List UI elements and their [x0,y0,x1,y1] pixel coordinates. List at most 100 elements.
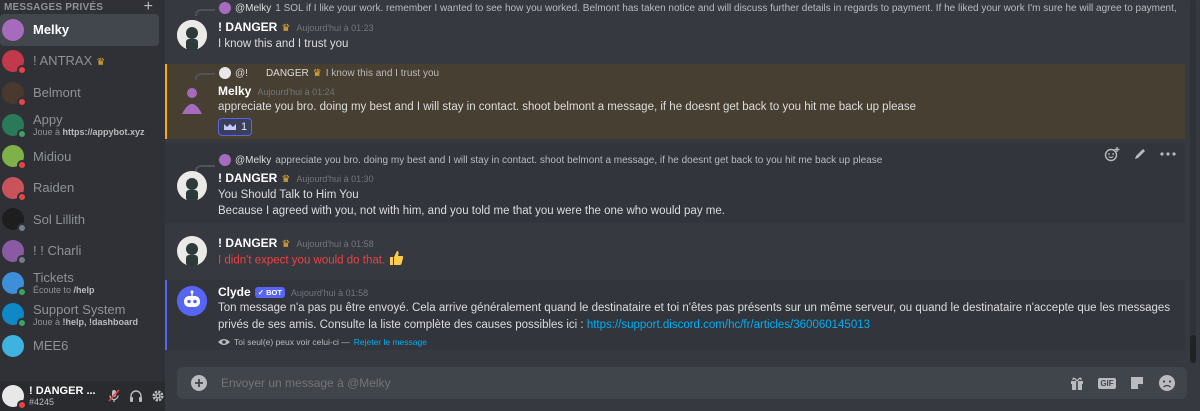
dm-item[interactable]: Melky [0,14,159,46]
dm-text: Sol Lillith [33,212,85,227]
message-4[interactable]: ! DANGER ♛ Aujourd'hui à 01:58 I didn't … [165,230,1185,276]
dm-text: Support System Joue à !help, !dashboard [33,302,138,327]
reply-preview[interactable]: @! DANGER ♛ I know this and I trust you [219,67,1179,79]
mute-mic-icon[interactable] [106,389,121,404]
gift-icon[interactable] [1067,373,1087,393]
settings-gear-icon[interactable] [150,389,165,404]
status-indicator [17,160,27,171]
message-text: appreciate you bro. doing my best and I … [218,101,917,113]
author-avatar[interactable] [177,20,207,50]
support-link[interactable]: https://support.discord.com/hc/fr/articl… [587,319,870,331]
reply-author-mention[interactable]: @! [235,68,248,79]
dm-item[interactable]: Sol Lillith [0,204,159,236]
dm-avatar [2,81,27,107]
author-name[interactable]: Clyde [218,285,251,299]
dm-item[interactable]: Appy Joue à https://appybot.xyz [0,109,159,141]
ephemeral-text: Toi seul(e) peux voir celui-ci — [234,337,350,347]
bot-badge-label: BOT [266,288,282,297]
dm-item[interactable]: ! ! Charli [0,235,159,267]
author-name[interactable]: ! DANGER [218,20,277,34]
reply-preview[interactable]: @Melky appreciate you bro. doing my best… [219,154,1179,166]
dm-name-row: ! ANTRAX ♛ [33,52,105,70]
emoji-picker-icon[interactable] [1157,373,1177,393]
dm-text: ! ! Charli [33,243,81,258]
author-name[interactable]: ! DANGER [218,171,277,185]
author-name[interactable]: Melky [218,84,251,98]
crown-icon: ♛ [281,23,291,34]
clyde-text-line2: privés de ses amis. Consulte la liste co… [218,317,870,333]
dm-text: Melky [33,22,69,37]
dm-item[interactable]: ! ANTRAX ♛ [0,46,159,78]
chat-area: @Melky 1 SOL if I like your work. rememb… [165,0,1200,411]
dm-list: Melky ! ANTRAX ♛ Belmont Appy Joue à https://… [0,14,165,362]
status-indicator [17,191,27,202]
user-status-dnd [17,400,27,410]
dm-text: MEE6 [33,338,68,353]
dm-activity-detail: !help, !dashboard [62,316,139,327]
dm-activity-prefix: Écoute to [33,285,74,296]
reaction-button[interactable]: 1 [218,118,252,136]
dm-text: Raiden [33,180,74,195]
status-indicator [17,65,27,76]
discord-app: MESSAGES PRIVÉS + Melky! ANTRAX ♛ Belmont A… [0,0,1200,411]
dm-name: Tickets [33,270,74,286]
message-header: Clyde ✓ BOT Aujourd'hui à 01:58 [218,285,368,299]
create-dm-plus-icon[interactable]: + [144,0,153,15]
dm-activity: Joue à https://appybot.xyz [33,127,145,137]
crown-icon: ♛ [281,239,291,250]
message-2[interactable]: @! DANGER ♛ I know this and I trust you … [165,64,1185,139]
author-name[interactable]: ! DANGER [218,236,277,250]
message-text-line2: Because I agreed with you, not with him,… [218,205,725,217]
dm-item[interactable]: Support System Joue à !help, !dashboard [0,298,159,330]
reaction-emoji-icon [224,124,236,130]
dm-item[interactable]: Raiden [0,172,159,204]
reply-author[interactable]: DANGER [266,68,309,79]
user-names: ! DANGER ... #4245 [29,385,102,407]
bot-badge: ✓ BOT [254,287,285,298]
author-avatar[interactable] [177,171,207,201]
sticker-icon[interactable] [1127,373,1147,393]
crown-icon: ♛ [96,57,106,69]
dm-text: Midiou [33,149,71,164]
upload-plus-icon[interactable] [191,375,207,391]
dm-sidebar: MESSAGES PRIVÉS + Melky ! ANTRAX ♛ Belmont A… [0,0,165,411]
reply-author[interactable]: @Melky [235,3,271,14]
dm-item[interactable]: Tickets Écoute to /help [0,267,159,299]
dm-name: ! ANTRAX [33,53,93,69]
clyde-avatar[interactable] [177,286,207,316]
message-header: ! DANGER ♛ Aujourd'hui à 01:30 [218,171,374,185]
dm-text: Appy Joue à https://appybot.xyz [33,112,145,137]
dm-name: ! ! Charli [33,243,82,259]
scrollbar-thumb[interactable] [1190,335,1196,363]
headphones-icon[interactable] [128,389,143,404]
scrollbar-track[interactable] [1190,0,1196,360]
reaction-count: 1 [241,121,248,133]
dm-avatar [2,334,24,357]
reply-preview[interactable]: @Melky 1 SOL if I like your work. rememb… [219,2,1179,14]
dm-item[interactable]: Midiou [0,140,159,172]
message-header: Melky Aujourd'hui à 01:24 [218,84,335,98]
dm-avatar [2,303,27,329]
reply-connector [195,9,215,16]
status-indicator [17,286,27,297]
reply-author[interactable]: @Melky [235,155,271,166]
user-panel: ! DANGER ... #4245 [0,381,165,411]
message-3[interactable]: @Melky appreciate you bro. doing my best… [165,143,1185,223]
thumbs-up-emoji-icon [388,250,404,271]
dm-item[interactable]: MEE6 [0,330,159,362]
dm-item[interactable]: Belmont [0,77,159,109]
user-controls [106,389,165,404]
dismiss-message-link[interactable]: Rejeter le message [354,337,427,347]
gif-icon[interactable]: GIF [1097,373,1117,393]
dm-activity-prefix: Joue à [33,127,63,138]
crown-icon: ♛ [281,174,291,185]
message-1[interactable]: @Melky 1 SOL if I like your work. rememb… [165,0,1185,60]
eye-icon [218,339,230,345]
message-text-line1: You Should Talk to Him You [218,189,359,201]
message-input[interactable] [221,376,1021,390]
author-avatar[interactable] [177,236,207,266]
user-name: ! DANGER ... [29,385,96,397]
user-avatar[interactable] [2,385,27,410]
author-avatar[interactable] [177,84,207,114]
failed-message-content: I didn't expect you would do that. [218,254,386,267]
